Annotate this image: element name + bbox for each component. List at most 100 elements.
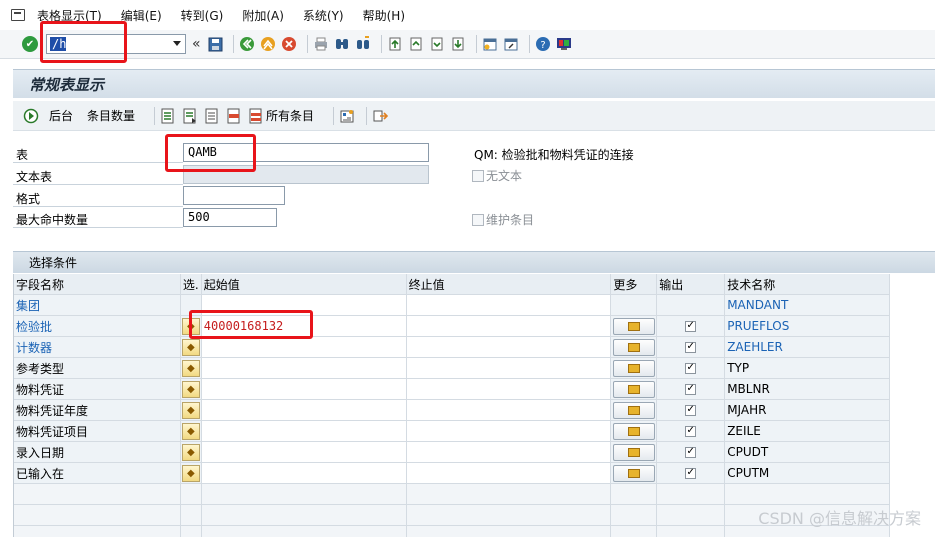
empty-cell [201,526,407,537]
field-selection-icon[interactable] [339,108,355,124]
to-value-input[interactable] [406,379,612,399]
previous-page-icon[interactable] [408,36,425,53]
find-next-icon[interactable] [355,36,372,53]
cancel-icon[interactable] [281,36,298,53]
select-option-cell [180,295,202,315]
format-input[interactable] [183,186,285,205]
select-block-icon[interactable] [182,108,198,124]
from-value-input[interactable] [201,400,407,420]
delete-selection-icon[interactable] [226,108,242,124]
multiple-selection-button[interactable] [612,359,655,377]
help-icon[interactable]: ? [535,36,552,53]
from-value-input[interactable] [201,337,407,357]
menu-help[interactable]: 帮助(H) [363,7,405,24]
command-field[interactable]: /h [46,34,186,54]
find-icon[interactable] [334,36,351,53]
max-hits-input[interactable]: 500 [183,208,277,227]
selection-option-icon[interactable]: ◆ [181,380,200,398]
select-option-cell: ◆ [180,421,202,441]
output-checkbox[interactable]: ✓ [685,320,697,332]
col-header-select: 选. [180,274,202,294]
selection-option-icon[interactable]: ◆ [181,317,200,335]
arrow-right-icon [627,384,640,394]
multiple-selection-button[interactable] [612,338,655,356]
from-value-input[interactable] [201,463,407,483]
chevron-down-icon[interactable] [173,41,181,46]
selection-option-icon[interactable]: ◆ [181,422,200,440]
multiple-selection-button[interactable] [612,401,655,419]
output-checkbox[interactable]: ✓ [685,425,697,437]
selection-option-icon[interactable]: ◆ [181,401,200,419]
to-value-input[interactable] [406,358,612,378]
menu-edit[interactable]: 编辑(E) [121,7,162,24]
no-text-checkbox-box[interactable] [472,169,484,182]
selection-option-icon[interactable]: ◆ [181,338,200,356]
enter-check-icon[interactable]: ✔ [22,36,38,52]
to-value-input[interactable] [406,316,612,336]
background-button[interactable]: 后台 [49,107,73,124]
multiple-selection-button[interactable] [612,443,655,461]
output-checkbox[interactable]: ✓ [685,341,697,353]
selection-option-icon[interactable]: ◆ [181,359,200,377]
to-value-input[interactable] [406,421,612,441]
output-checkbox[interactable]: ✓ [685,383,697,395]
menu-system[interactable]: 系统(Y) [303,7,344,24]
system-menu-icon[interactable] [11,9,25,21]
execute-icon[interactable] [23,108,39,124]
back-icon[interactable] [239,36,256,53]
selection-option-icon[interactable]: ◆ [181,443,200,461]
tech-name-cell: MANDANT [725,295,891,315]
more-cell [611,442,658,462]
to-value-input[interactable] [406,463,612,483]
collapse-chevron-icon[interactable]: « [192,36,201,52]
menu-goto[interactable]: 转到(G) [181,7,224,24]
selection-option-icon[interactable]: ◆ [181,464,200,482]
multiple-selection-button[interactable] [612,380,655,398]
transfer-icon[interactable] [372,108,389,124]
select-all-icon[interactable] [160,108,176,124]
all-entries-icon[interactable] [248,108,264,124]
output-checkbox[interactable]: ✓ [685,467,697,479]
from-value-input[interactable] [201,295,407,315]
all-entries-button[interactable]: 所有条目 [266,107,314,124]
entry-count-button[interactable]: 条目数量 [87,107,135,124]
selection-criteria-title: 选择条件 [29,256,78,270]
print-icon[interactable] [313,36,330,53]
maintain-entries-checkbox[interactable]: 维护条目 [472,211,534,228]
multiple-selection-button[interactable] [612,464,655,482]
no-text-checkbox[interactable]: 无文本 [472,167,522,184]
output-checkbox[interactable]: ✓ [685,446,697,458]
deselect-all-icon[interactable] [204,108,220,124]
arrow-right-icon [627,447,640,457]
to-value-input[interactable] [406,337,612,357]
new-session-icon[interactable] [482,36,499,53]
exit-icon[interactable] [260,36,277,53]
multiple-selection-button[interactable] [612,317,655,335]
last-page-icon[interactable] [450,36,467,53]
table-input[interactable]: QAMB [183,143,429,162]
shortcut-icon[interactable] [503,36,520,53]
first-page-icon[interactable] [387,36,404,53]
more-cell [611,337,658,357]
from-value-input[interactable] [201,379,407,399]
label-underline [13,206,183,207]
next-page-icon[interactable] [429,36,446,53]
field-name-cell: 物料凭证 [14,379,181,399]
from-value-input[interactable]: 40000168132 [201,316,407,336]
menu-table-display[interactable]: 表格显示(T) [37,7,102,24]
menu-extras[interactable]: 附加(A) [242,7,284,24]
save-icon[interactable] [207,36,224,53]
output-checkbox[interactable]: ✓ [685,362,697,374]
table-row: 物料凭证项目 ◆ ✓ ZEILE [14,421,891,442]
to-value-input[interactable] [406,442,612,462]
from-value-input[interactable] [201,358,407,378]
output-checkbox[interactable]: ✓ [685,404,697,416]
from-value-input[interactable] [201,421,407,441]
to-value-input[interactable] [406,400,612,420]
to-value-input[interactable] [406,295,612,315]
customize-layout-icon[interactable] [556,36,573,53]
more-cell [611,316,658,336]
maintain-entries-checkbox-box[interactable] [472,213,484,226]
from-value-input[interactable] [201,442,407,462]
multiple-selection-button[interactable] [612,422,655,440]
